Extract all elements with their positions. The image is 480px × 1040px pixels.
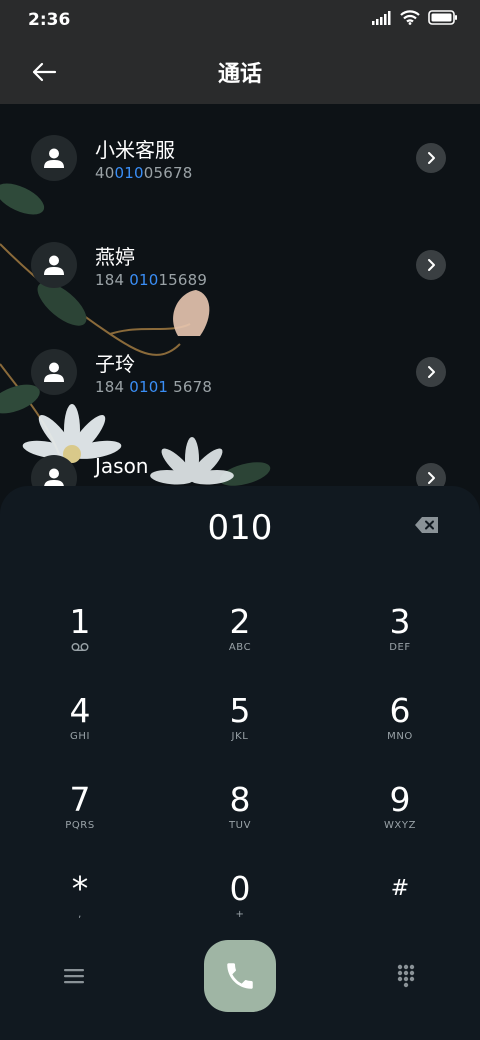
- person-icon: [44, 255, 64, 275]
- key-letters: JKL: [231, 731, 249, 742]
- contact-number: 184 0101 5678: [95, 378, 213, 396]
- dialed-number: 010: [207, 508, 273, 548]
- contact-row[interactable]: 小米客服 4001005678: [0, 104, 480, 210]
- person-icon: [44, 362, 64, 382]
- call-button[interactable]: [204, 940, 276, 1012]
- phone-icon: [227, 963, 253, 989]
- key-8[interactable]: 8 TUV: [185, 774, 295, 852]
- status-bar: 2:36: [0, 0, 480, 40]
- key-star[interactable]: * ,: [25, 863, 135, 941]
- key-digit: 3: [389, 602, 411, 641]
- status-icons: [372, 10, 458, 25]
- contact-detail-button[interactable]: [416, 463, 446, 488]
- key-digit: 5: [229, 691, 251, 730]
- voicemail-icon: [71, 643, 89, 651]
- contact-name: 小米客服: [95, 138, 175, 162]
- keypad-toggle-button[interactable]: [388, 958, 424, 994]
- key-letters: [71, 642, 89, 656]
- contact-search-results: 小米客服 4001005678 燕婷 184 01015689 子玲 184 0…: [0, 104, 480, 488]
- contact-number: 4001005678: [95, 164, 193, 182]
- wifi-icon: [400, 10, 420, 25]
- key-digit: 1: [69, 602, 91, 641]
- menu-icon: [64, 969, 84, 984]
- signal-icon: [372, 10, 391, 25]
- key-letters: WXYZ: [383, 820, 417, 831]
- key-letters: DEF: [389, 642, 411, 653]
- status-time: 2:36: [28, 10, 71, 30]
- avatar: [31, 135, 77, 181]
- avatar: [31, 349, 77, 395]
- contact-detail-button[interactable]: [416, 357, 446, 387]
- key-digit: 8: [229, 780, 251, 819]
- chevron-right-icon: [428, 152, 435, 164]
- contact-name: 子玲: [95, 352, 135, 376]
- chevron-right-icon: [428, 472, 435, 484]
- contact-row[interactable]: Jason: [0, 424, 480, 488]
- key-letters: TUV: [228, 820, 252, 831]
- chevron-right-icon: [428, 366, 435, 378]
- menu-button[interactable]: [56, 958, 92, 994]
- key-letters: PQRS: [65, 820, 95, 831]
- contact-detail-button[interactable]: [416, 250, 446, 280]
- key-digit: #: [390, 876, 410, 901]
- key-9[interactable]: 9 WXYZ: [345, 774, 455, 852]
- key-letters: +: [235, 909, 245, 920]
- page-title: 通话: [217, 62, 262, 87]
- contact-number: 184 01015689: [95, 271, 208, 289]
- chevron-right-icon: [428, 259, 435, 271]
- key-digit: 0: [229, 869, 251, 908]
- key-digit: 4: [69, 691, 91, 730]
- key-digit: 7: [69, 780, 91, 819]
- key-4[interactable]: 4 GHI: [25, 685, 135, 763]
- backspace-button[interactable]: [412, 514, 442, 536]
- app-header: 通话: [0, 40, 480, 104]
- key-5[interactable]: 5 JKL: [185, 685, 295, 763]
- contact-row[interactable]: 燕婷 184 01015689: [0, 211, 480, 317]
- key-digit: 2: [229, 602, 251, 641]
- key-letters: GHI: [69, 731, 91, 742]
- backspace-icon: [415, 517, 438, 533]
- battery-icon: [428, 10, 457, 25]
- keypad-icon: [397, 964, 415, 988]
- key-hash[interactable]: #: [345, 863, 455, 941]
- contact-name: 燕婷: [95, 245, 135, 269]
- contact-name: Jason: [95, 454, 149, 478]
- key-6[interactable]: 6 MNO: [345, 685, 455, 763]
- key-0[interactable]: 0 +: [185, 863, 295, 941]
- key-digit: 9: [389, 780, 411, 819]
- key-letters: ABC: [228, 642, 252, 653]
- contact-row[interactable]: 子玲 184 0101 5678: [0, 318, 480, 424]
- key-1[interactable]: 1: [25, 596, 135, 674]
- key-letters: ,: [78, 909, 82, 920]
- key-7[interactable]: 7 PQRS: [25, 774, 135, 852]
- key-2[interactable]: 2 ABC: [185, 596, 295, 674]
- key-digit: *: [71, 869, 89, 908]
- dialer-panel: 010 1 2 ABC 3 DEF 4 GHI 5 JKL 6 MNO 7 PQ…: [0, 486, 480, 1040]
- key-3[interactable]: 3 DEF: [345, 596, 455, 674]
- avatar: [31, 242, 77, 288]
- key-letters: MNO: [387, 731, 413, 742]
- person-icon: [44, 148, 64, 168]
- key-digit: 6: [389, 691, 411, 730]
- avatar: [31, 455, 77, 488]
- contact-detail-button[interactable]: [416, 143, 446, 173]
- person-icon: [44, 468, 64, 488]
